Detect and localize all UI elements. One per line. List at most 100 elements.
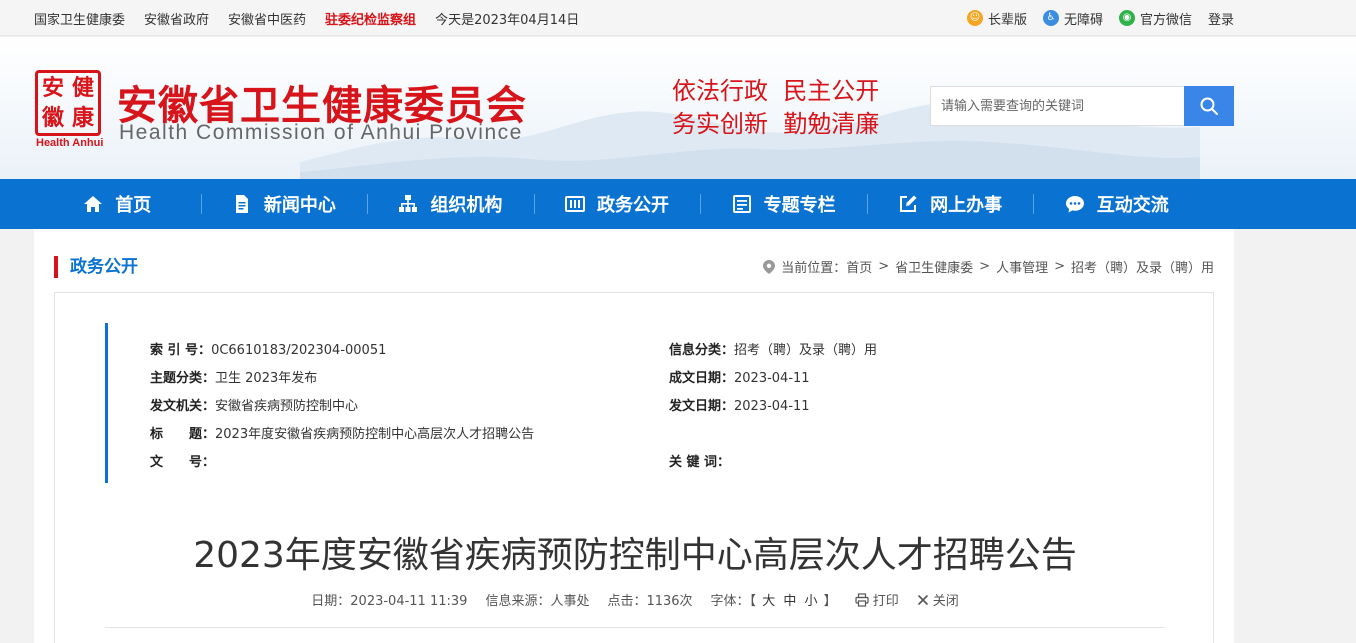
logo[interactable]: 安 健 徽 康 <box>35 70 101 136</box>
edit-icon <box>900 195 917 212</box>
print-button[interactable]: 打印 <box>855 590 899 609</box>
meta-index: 索 引 号：0C6610183/202304-00051 <box>150 339 386 358</box>
meta-keywords: 关 键 词： <box>669 451 730 470</box>
link-discipline-group[interactable]: 驻委纪检监察组 <box>325 9 416 28</box>
logo-char: 安 <box>41 75 64 101</box>
section-title: 政务公开 <box>54 256 138 278</box>
nav-label: 组织机构 <box>430 195 503 216</box>
location-pin-icon <box>763 259 776 274</box>
site-header: 安 健 徽 康 Health Anhui 安徽省卫生健康委员会 Health C… <box>0 37 1356 179</box>
nav-label: 首页 <box>115 195 152 216</box>
government-icon <box>565 196 586 212</box>
breadcrumb-separator: > <box>878 259 890 274</box>
link-nhc[interactable]: 国家卫生健康委 <box>34 9 125 28</box>
article-info: 日期：2023-04-11 11:39 信息来源：人事处 点击：1136次 字体… <box>55 590 1215 609</box>
search-icon <box>1200 97 1218 115</box>
meta-label: 索 引 号： <box>150 343 212 358</box>
meta-label: 发文日期： <box>669 399 735 414</box>
nav-item-interaction[interactable]: 互动交流 <box>1033 179 1200 229</box>
meta-value: 2023-04-11 <box>734 371 810 386</box>
nav-item-online-services[interactable]: 网上办事 <box>866 179 1034 229</box>
top-links: 国家卫生健康委 安徽省政府 安徽省中医药 驻委纪检监察组 今天是2023年04月… <box>34 0 579 36</box>
main-nav: 首页 新闻中心 组织机构 政务公开 专题专栏 网上办事 互动交流 <box>0 179 1356 229</box>
today-date: 今天是2023年04月14日 <box>435 12 580 28</box>
nav-label: 政务公开 <box>597 195 670 216</box>
meta-value: 2023年度安徽省疾病预防控制中心高层次人才招聘公告 <box>215 427 535 442</box>
link-anhui-tcm[interactable]: 安徽省中医药 <box>228 9 306 28</box>
article-date: 日期：2023-04-11 11:39 <box>311 594 468 609</box>
article-clicks: 点击：1136次 <box>607 594 693 609</box>
slogan-line: 务实创新 勤勉清廉 <box>672 110 880 138</box>
wechat-icon: ◉ <box>1118 10 1135 26</box>
article-frame: 索 引 号：0C6610183/202304-00051 信息分类：招考（聘）及… <box>54 292 1214 643</box>
breadcrumb-separator: > <box>1054 259 1065 274</box>
breadcrumb-prefix: 当前位置： <box>781 261 847 276</box>
document-icon <box>235 195 248 213</box>
font-small-button[interactable]: 小 <box>805 594 818 609</box>
elder-icon: ☺ <box>966 10 983 26</box>
nav-item-gov-affairs[interactable]: 政务公开 <box>533 179 701 229</box>
logo-char: 康 <box>71 105 94 131</box>
breadcrumb-commission[interactable]: 省卫生健康委 <box>895 257 973 276</box>
article-source: 信息来源：人事处 <box>485 594 590 609</box>
meta-label: 信息分类： <box>669 343 735 358</box>
home-icon <box>84 196 103 212</box>
meta-value: 2023-04-11 <box>734 399 810 414</box>
elder-mode-label: 长辈版 <box>987 12 1027 28</box>
font-large-button[interactable]: 大 <box>762 594 775 609</box>
meta-value: 安徽省疾病预防控制中心 <box>215 399 359 414</box>
close-button[interactable]: 关闭 <box>917 590 959 609</box>
meta-label: 标 题： <box>150 427 216 442</box>
link-anhui-gov[interactable]: 安徽省政府 <box>144 9 209 28</box>
org-chart-icon <box>399 195 418 212</box>
meta-docno: 文 号： <box>150 451 215 470</box>
accessibility-button[interactable]: ♿ 无障碍 <box>1042 9 1103 28</box>
accessibility-icon: ♿ <box>1042 10 1059 26</box>
meta-label: 主题分类： <box>150 371 216 386</box>
accessibility-label: 无障碍 <box>1063 12 1103 28</box>
top-bar: 国家卫生健康委 安徽省政府 安徽省中医药 驻委纪检监察组 今天是2023年04月… <box>0 0 1356 36</box>
logo-char: 健 <box>71 75 94 101</box>
breadcrumb: 当前位置： 首页 > 省卫生健康委 > 人事管理 > 招考（聘）及录（聘）用 <box>763 257 1214 276</box>
search-box <box>930 86 1234 126</box>
close-label: 关闭 <box>932 594 959 609</box>
logo-char: 徽 <box>41 105 64 131</box>
close-icon <box>917 594 928 605</box>
search-button[interactable] <box>1184 86 1234 126</box>
top-tools: ☺ 长辈版 ♿ 无障碍 ◉ 官方微信 登录 <box>966 0 1234 36</box>
font-size-end: 】 <box>823 594 837 609</box>
meta-value: 招考（聘）及录（聘）用 <box>734 343 878 358</box>
nav-item-topics[interactable]: 专题专栏 <box>700 179 867 229</box>
font-medium-button[interactable]: 中 <box>783 594 796 609</box>
meta-topic: 主题分类：卫生 2023年发布 <box>150 367 317 386</box>
meta-value: 0C6610183/202304-00051 <box>211 343 387 358</box>
nav-item-home[interactable]: 首页 <box>34 179 201 229</box>
breadcrumb-home[interactable]: 首页 <box>846 257 872 276</box>
breadcrumb-separator: > <box>979 259 991 274</box>
breadcrumb-personnel[interactable]: 人事管理 <box>996 257 1048 276</box>
login-link[interactable]: 登录 <box>1208 9 1234 28</box>
nav-label: 网上办事 <box>930 195 1003 216</box>
breadcrumb-recruitment[interactable]: 招考（聘）及录（聘）用 <box>1071 257 1214 276</box>
meta-category: 信息分类：招考（聘）及录（聘）用 <box>669 339 877 358</box>
meta-label: 关 键 词： <box>669 455 731 470</box>
article-title: 2023年度安徽省疾病预防控制中心高层次人才招聘公告 <box>193 535 1077 576</box>
meta-created: 成文日期：2023-04-11 <box>669 367 810 386</box>
print-icon <box>855 592 869 607</box>
font-size-selector: 字体：【 大 中 小 】 <box>711 590 837 609</box>
nav-item-news[interactable]: 新闻中心 <box>200 179 368 229</box>
nav-item-organization[interactable]: 组织机构 <box>367 179 534 229</box>
search-input[interactable] <box>930 86 1184 126</box>
meta-title: 标 题：2023年度安徽省疾病预防控制中心高层次人才招聘公告 <box>150 423 534 442</box>
slogan: 依法行政 民主公开 务实创新 勤勉清廉 <box>672 75 879 141</box>
slogan-line: 依法行政 民主公开 <box>672 77 880 105</box>
font-size-label: 字体：【 <box>710 594 757 609</box>
meta-published: 发文日期：2023-04-11 <box>669 395 810 414</box>
site-title-en: Health Commission of Anhui Province <box>119 121 523 144</box>
elder-mode-button[interactable]: ☺ 长辈版 <box>966 9 1027 28</box>
meta-label: 成文日期： <box>669 371 735 386</box>
topic-icon <box>732 195 751 213</box>
wechat-button[interactable]: ◉ 官方微信 <box>1118 9 1192 28</box>
nav-label: 专题专栏 <box>763 195 836 216</box>
main-content: 政务公开 当前位置： 首页 > 省卫生健康委 > 人事管理 > 招考（聘）及录（… <box>34 229 1234 643</box>
